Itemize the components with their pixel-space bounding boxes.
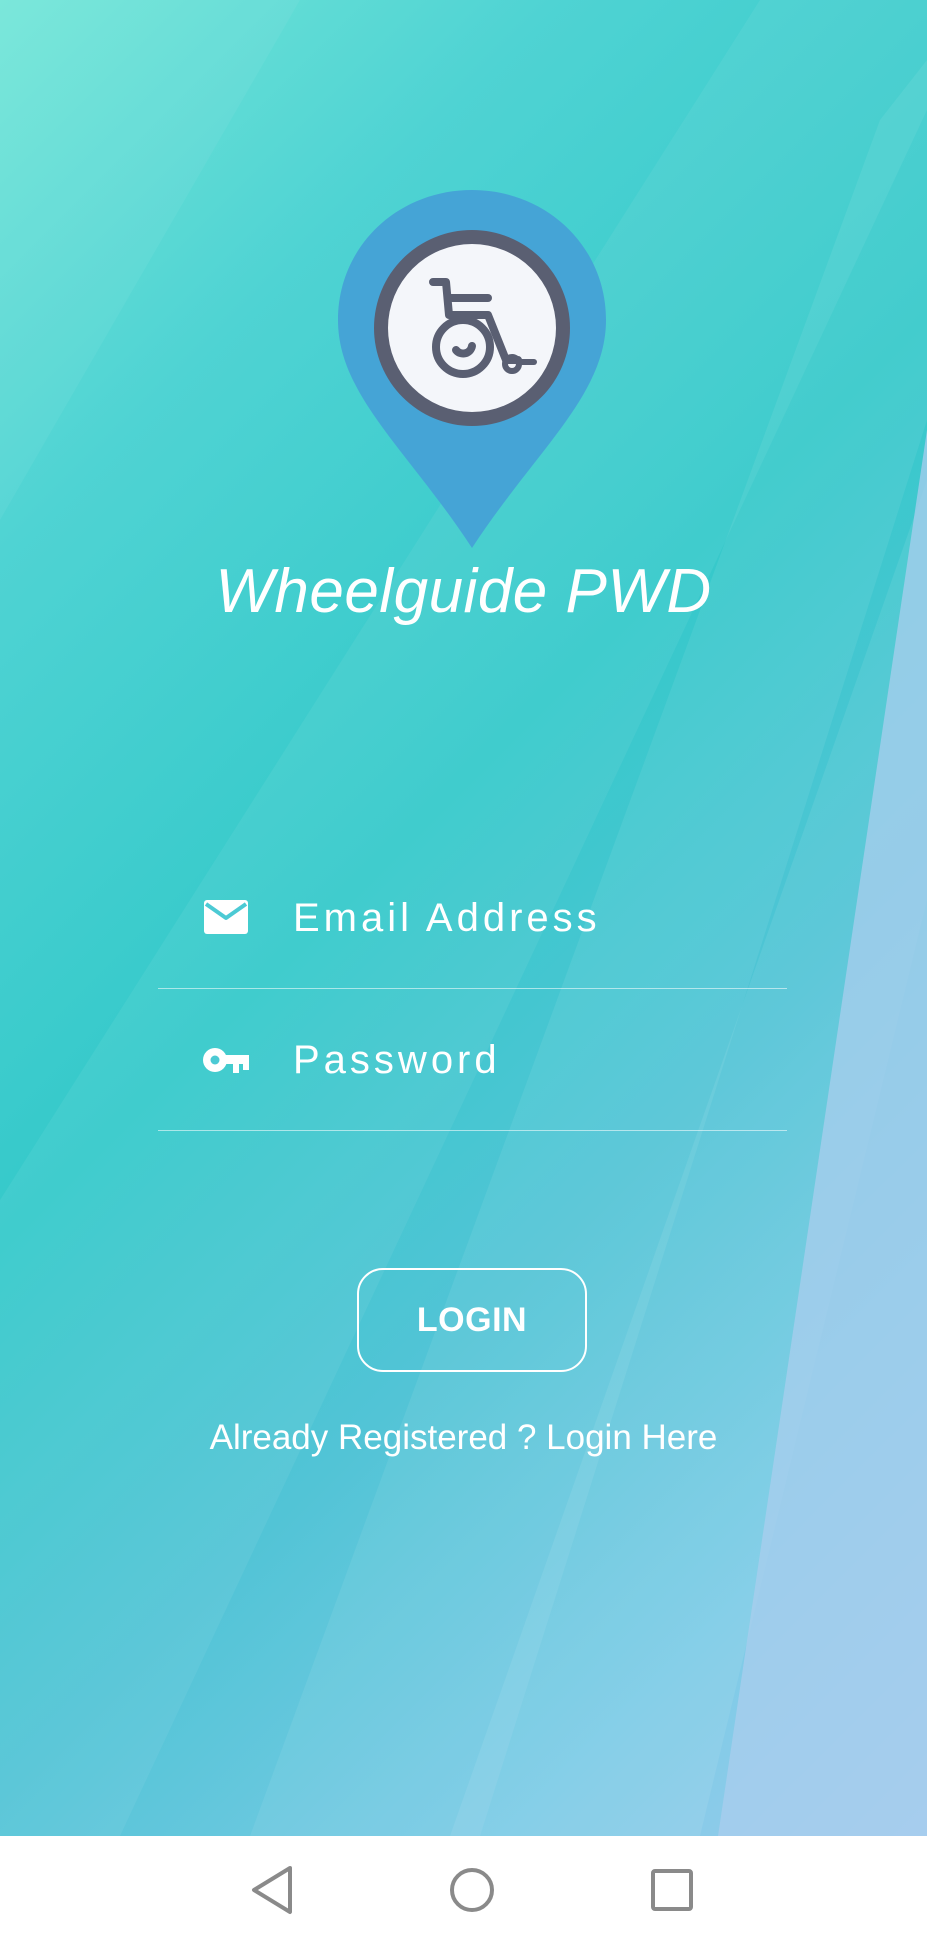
login-button[interactable]: LOGIN: [357, 1268, 587, 1372]
login-screen: Wheelguide PWD LOG: [0, 0, 927, 1944]
key-icon: [202, 1042, 250, 1082]
envelope-icon: [202, 898, 250, 938]
password-input[interactable]: [293, 1028, 763, 1092]
wheelchair-location-pin-icon: [338, 190, 606, 548]
app-background: Wheelguide PWD LOG: [0, 0, 927, 1836]
triangle-back-icon[interactable]: [240, 1858, 304, 1922]
email-field-row: [158, 848, 787, 989]
email-input[interactable]: [293, 886, 763, 950]
password-field-row: [158, 990, 787, 1131]
app-title: Wheelguide PWD: [215, 557, 712, 626]
system-navigation-bar: [0, 1836, 927, 1944]
already-registered-link[interactable]: Already Registered ? Login Here: [0, 1418, 927, 1458]
square-recents-icon[interactable]: [640, 1858, 704, 1922]
circle-home-icon[interactable]: [440, 1858, 504, 1922]
